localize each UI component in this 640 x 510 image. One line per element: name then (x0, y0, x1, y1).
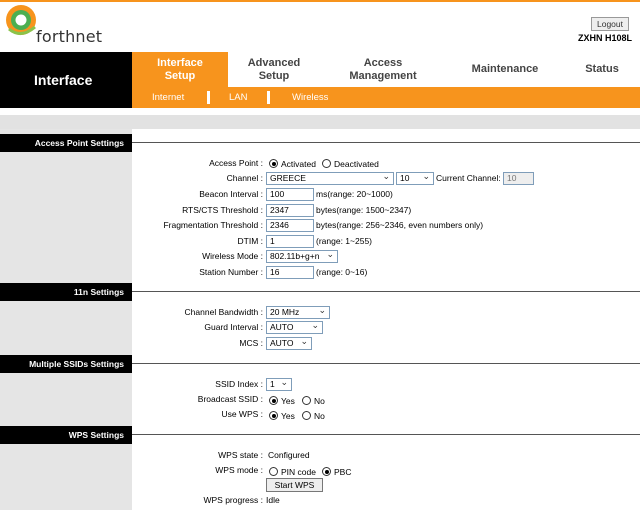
station-number-hint: (range: 0~16) (316, 267, 368, 277)
wps-state-value: Configured (268, 450, 310, 460)
beacon-interval-input[interactable]: 100 (266, 188, 314, 201)
current-channel-label: Current Channel: (436, 173, 501, 183)
sub-nav: Internet LAN Wireless (132, 87, 640, 108)
subtab-separator (267, 91, 270, 104)
broadcast-ssid-no-label: No (314, 396, 325, 406)
section-access-point-settings: Access Point Settings (0, 134, 132, 152)
wps-mode-label: WPS mode : (215, 465, 263, 475)
top-accent-line (0, 0, 640, 2)
rts-threshold-label: RTS/CTS Threshold : (182, 205, 263, 215)
nav-section-title: Interface (0, 52, 132, 108)
fragmentation-threshold-input[interactable]: 2346 (266, 219, 314, 232)
wps-pin-code-label: PIN code (281, 467, 316, 477)
left-column (0, 129, 132, 510)
wps-pbc-radio[interactable] (322, 467, 331, 476)
logout-button[interactable]: Logout (591, 17, 629, 31)
use-wps-label: Use WPS : (221, 409, 263, 419)
ssid-index-label: SSID Index : (215, 379, 263, 389)
section-11n-settings: 11n Settings (0, 283, 132, 301)
broadcast-ssid-no-radio[interactable] (302, 396, 311, 405)
wps-progress-label: WPS progress : (203, 495, 263, 505)
activated-label: Activated (281, 159, 316, 169)
section-divider (132, 434, 640, 435)
activated-radio[interactable] (269, 159, 278, 168)
dtim-label: DTIM : (237, 236, 264, 246)
section-divider (132, 142, 640, 143)
use-wps-yes-label: Yes (281, 411, 295, 421)
deactivated-label: Deactivated (334, 159, 379, 169)
section-multiple-ssids-settings: Multiple SSIDs Settings (0, 355, 132, 373)
ssid-index-select[interactable]: 1 (266, 378, 292, 391)
subtab-wireless[interactable]: Wireless (292, 87, 328, 108)
rts-threshold-hint: bytes(range: 1500~2347) (316, 205, 412, 215)
rts-threshold-input[interactable]: 2347 (266, 204, 314, 217)
deactivated-radio[interactable] (322, 159, 331, 168)
spacer-band (0, 115, 640, 129)
fragmentation-threshold-label: Fragmentation Threshold : (163, 220, 263, 230)
wireless-mode-select[interactable]: 802.11b+g+n (266, 250, 338, 263)
guard-interval-label: Guard Interval : (204, 322, 263, 332)
subtab-internet[interactable]: Internet (152, 87, 184, 108)
use-wps-no-label: No (314, 411, 325, 421)
wps-pin-code-radio[interactable] (269, 467, 278, 476)
current-channel-field: 10 (503, 172, 534, 185)
channel-bandwidth-select[interactable]: 20 MHz (266, 306, 330, 319)
station-number-label: Station Number : (199, 267, 263, 277)
channel-label: Channel : (226, 173, 263, 183)
guard-interval-select[interactable]: AUTO (266, 321, 323, 334)
beacon-interval-label: Beacon Interval : (199, 189, 263, 199)
beacon-interval-hint: ms(range: 20~1000) (316, 189, 393, 199)
start-wps-button[interactable]: Start WPS (266, 478, 323, 492)
access-point-label: Access Point : (209, 158, 263, 168)
section-wps-settings: WPS Settings (0, 426, 132, 444)
use-wps-yes-radio[interactable] (269, 411, 278, 420)
wireless-mode-label: Wireless Mode : (202, 251, 263, 261)
fragmentation-threshold-hint: bytes(range: 256~2346, even numbers only… (316, 220, 484, 230)
dtim-input[interactable]: 1 (266, 235, 314, 248)
subtab-separator (207, 91, 210, 104)
brand-name: forthnet (36, 27, 103, 46)
broadcast-ssid-yes-radio[interactable] (269, 396, 278, 405)
broadcast-ssid-label: Broadcast SSID : (197, 394, 263, 404)
model-name: ZXHN H108L (577, 33, 632, 43)
section-divider (132, 363, 640, 364)
tab-interface-setup[interactable]: Interface Setup (132, 52, 228, 87)
channel-number-select[interactable]: 10 (396, 172, 434, 185)
section-divider (132, 291, 640, 292)
tab-access-management[interactable]: Access Management (320, 52, 446, 87)
mcs-label: MCS : (239, 338, 263, 348)
wps-progress-value: Idle (266, 495, 280, 505)
tab-status[interactable]: Status (564, 52, 640, 87)
tab-maintenance[interactable]: Maintenance (446, 52, 564, 87)
wps-state-label: WPS state : (218, 450, 263, 460)
wps-pbc-label: PBC (334, 467, 352, 477)
channel-bandwidth-label: Channel Bandwidth : (184, 307, 263, 317)
mcs-select[interactable]: AUTO (266, 337, 312, 350)
dtim-hint: (range: 1~255) (316, 236, 372, 246)
use-wps-no-radio[interactable] (302, 411, 311, 420)
station-number-input[interactable]: 16 (266, 266, 314, 279)
channel-country-select[interactable]: GREECE (266, 172, 394, 185)
main-nav: Interface Setup Advanced Setup Access Ma… (132, 52, 640, 87)
tab-advanced-setup[interactable]: Advanced Setup (228, 52, 320, 87)
subtab-lan[interactable]: LAN (229, 87, 247, 108)
broadcast-ssid-yes-label: Yes (281, 396, 295, 406)
